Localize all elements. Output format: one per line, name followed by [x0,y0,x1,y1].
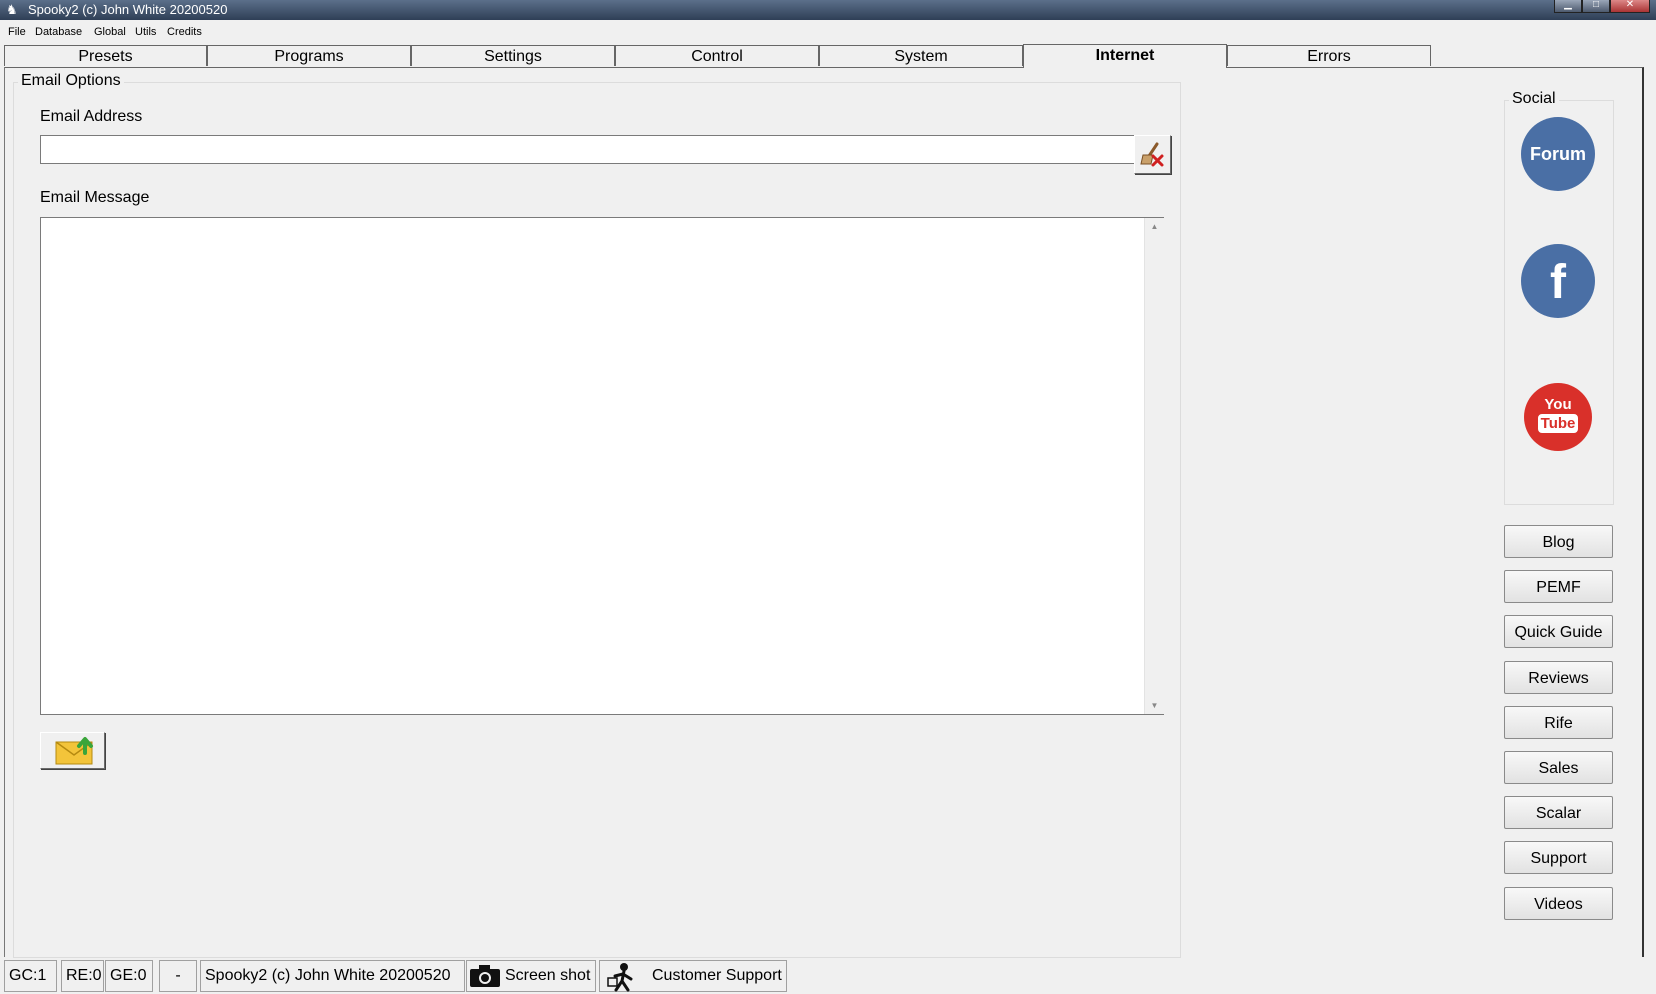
rife-button[interactable]: Rife [1504,706,1613,739]
title-bar: ♞ Spooky2 (c) John White 20200520 ▁ □ ✕ [0,0,1656,20]
status-bar: GC:1 RE:0 GE:0 - Spooky2 (c) John White … [0,958,1656,994]
screenshot-button[interactable]: Screen shot [466,960,596,992]
customer-support-label: Customer Support [652,967,782,984]
menu-file[interactable]: File [8,21,26,43]
reviews-button[interactable]: Reviews [1504,661,1613,694]
window-controls: ▁ □ ✕ [1554,0,1650,13]
youtube-label-bottom: Tube [1538,414,1578,433]
scalar-button[interactable]: Scalar [1504,796,1613,829]
customer-support-button[interactable]: Customer Support [599,960,787,992]
facebook-icon[interactable]: f [1521,244,1595,318]
broom-eraser-icon [1140,142,1164,167]
facebook-label: f [1550,256,1566,309]
tab-system[interactable]: System [819,45,1023,66]
tab-internet[interactable]: Internet [1023,44,1227,68]
menu-credits[interactable]: Credits [167,21,202,43]
support-button[interactable]: Support [1504,841,1613,874]
send-email-button[interactable] [40,732,105,769]
sales-button[interactable]: Sales [1504,751,1613,784]
clear-email-button[interactable] [1134,135,1171,174]
status-gc: GC:1 [4,960,57,992]
tab-control[interactable]: Control [615,45,819,66]
minimize-icon[interactable]: ▁ [1554,0,1582,13]
camera-icon [470,965,500,987]
forum-icon[interactable]: Forum [1521,117,1595,191]
quick-guide-button[interactable]: Quick Guide [1504,615,1613,648]
videos-button[interactable]: Videos [1504,887,1613,920]
menu-database[interactable]: Database [35,21,82,43]
social-title: Social [1509,90,1559,108]
email-address-input[interactable] [40,135,1135,164]
send-mail-icon [55,737,93,765]
window-title: Spooky2 (c) John White 20200520 [28,2,228,17]
status-re: RE:0 [61,960,104,992]
email-options-title: Email Options [18,72,124,90]
close-icon[interactable]: ✕ [1610,0,1650,13]
tab-presets[interactable]: Presets [4,45,207,66]
scroll-up-icon[interactable]: ▲ [1145,222,1164,231]
youtube-icon[interactable]: You Tube [1524,383,1592,451]
youtube-label-top: You [1544,396,1572,413]
maximize-icon[interactable]: □ [1582,0,1610,13]
email-address-label: Email Address [40,108,143,125]
pemf-button[interactable]: PEMF [1504,570,1613,603]
tab-errors[interactable]: Errors [1227,45,1431,66]
email-message-label: Email Message [40,189,150,206]
support-person-icon [607,963,633,992]
tab-settings[interactable]: Settings [411,45,615,66]
app-icon: ♞ [6,2,18,17]
panel-left-border [4,67,5,957]
status-info: Spooky2 (c) John White 20200520 [200,960,465,992]
status-ge: GE:0 [105,960,153,992]
screenshot-label: Screen shot [505,967,591,984]
menu-utils[interactable]: Utils [135,21,156,43]
blog-button[interactable]: Blog [1504,525,1613,558]
email-message-textarea[interactable] [40,217,1164,715]
menu-global[interactable]: Global [94,21,126,43]
scroll-down-icon[interactable]: ▼ [1145,701,1164,710]
message-scrollbar[interactable]: ▲ ▼ [1144,218,1164,714]
forum-label: Forum [1530,144,1586,164]
status-dash: - [159,960,197,992]
tab-programs[interactable]: Programs [207,45,411,66]
